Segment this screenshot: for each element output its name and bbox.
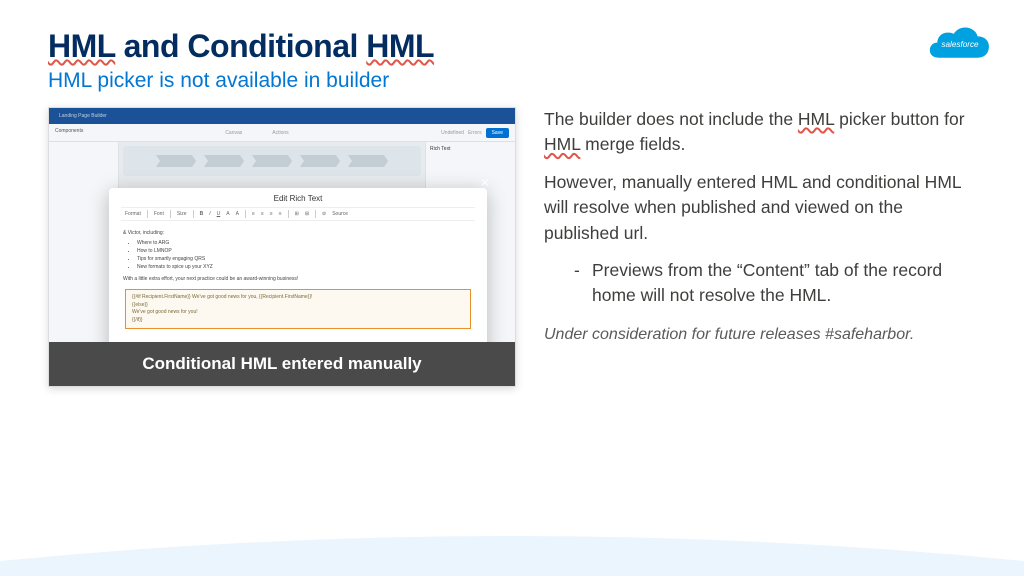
list-icon[interactable]: ⊞ [295,211,299,217]
modal-title: Edit Rich Text [109,188,487,207]
clear-icon[interactable]: ⊘ [322,211,326,217]
panel-title: Rich Text [430,146,511,152]
shot-center-tabs: Canvas Actions [119,124,395,141]
shot-titlebar: Landing Page Builder [49,108,515,124]
align-icon[interactable]: ≡ [261,211,264,217]
source-button[interactable]: Source [332,211,348,217]
slide-subtitle: HML picker is not available in builder [48,69,976,93]
shot-toolbar: Components Canvas Actions Undefined Erro… [49,124,515,142]
underline-icon[interactable]: U [217,211,221,217]
bullet-item: Previews from the “Content” tab of the r… [574,258,976,309]
conditional-hml-block: {{#if Recipient.FirstName}} We've got go… [125,289,471,329]
content-row: Landing Page Builder Components Canvas A… [48,107,976,387]
ribbon-shape [348,155,388,167]
cloud-icon: salesforce [928,20,992,64]
ribbon-shape [252,155,292,167]
ribbon-shape [300,155,340,167]
save-button[interactable]: Save [486,128,509,138]
footnote: Under consideration for future releases … [544,323,976,346]
editor-body[interactable]: & Victor, including: Where to ARG How to… [109,221,487,343]
italic-icon[interactable]: I [209,211,210,217]
ribbon-shape [204,155,244,167]
svg-text:salesforce: salesforce [941,40,979,49]
shot-right-controls: Undefined Errors Save [395,124,515,141]
align-icon[interactable]: ≡ [279,211,282,217]
paragraph-1: The builder does not include the HML pic… [544,107,976,158]
ribbon-shape [156,155,196,167]
slide-title: HML and Conditional HML [48,28,976,65]
ribbon-row [123,146,421,176]
paragraph-2: However, manually entered HML and condit… [544,170,976,246]
align-icon[interactable]: ≡ [252,211,255,217]
decorative-wave [0,526,1024,576]
close-icon[interactable]: × [481,174,489,190]
bold-icon[interactable]: B [200,211,204,217]
screenshot-caption: Conditional HML entered manually [49,342,515,386]
list-icon[interactable]: ⊞ [305,211,309,217]
slide: salesforce HML and Conditional HML HML p… [0,0,1024,576]
align-icon[interactable]: ≡ [270,211,273,217]
rich-text-toolbar[interactable]: Format Font Size B I U A A ≡ [121,207,475,221]
bullet-list: Previews from the “Content” tab of the r… [574,258,976,309]
text-column: The builder does not include the HML pic… [544,107,976,387]
components-label: Components [49,124,119,141]
salesforce-logo: salesforce [928,20,992,69]
screenshot-column: Landing Page Builder Components Canvas A… [48,107,516,387]
builder-screenshot: Landing Page Builder Components Canvas A… [48,107,516,387]
